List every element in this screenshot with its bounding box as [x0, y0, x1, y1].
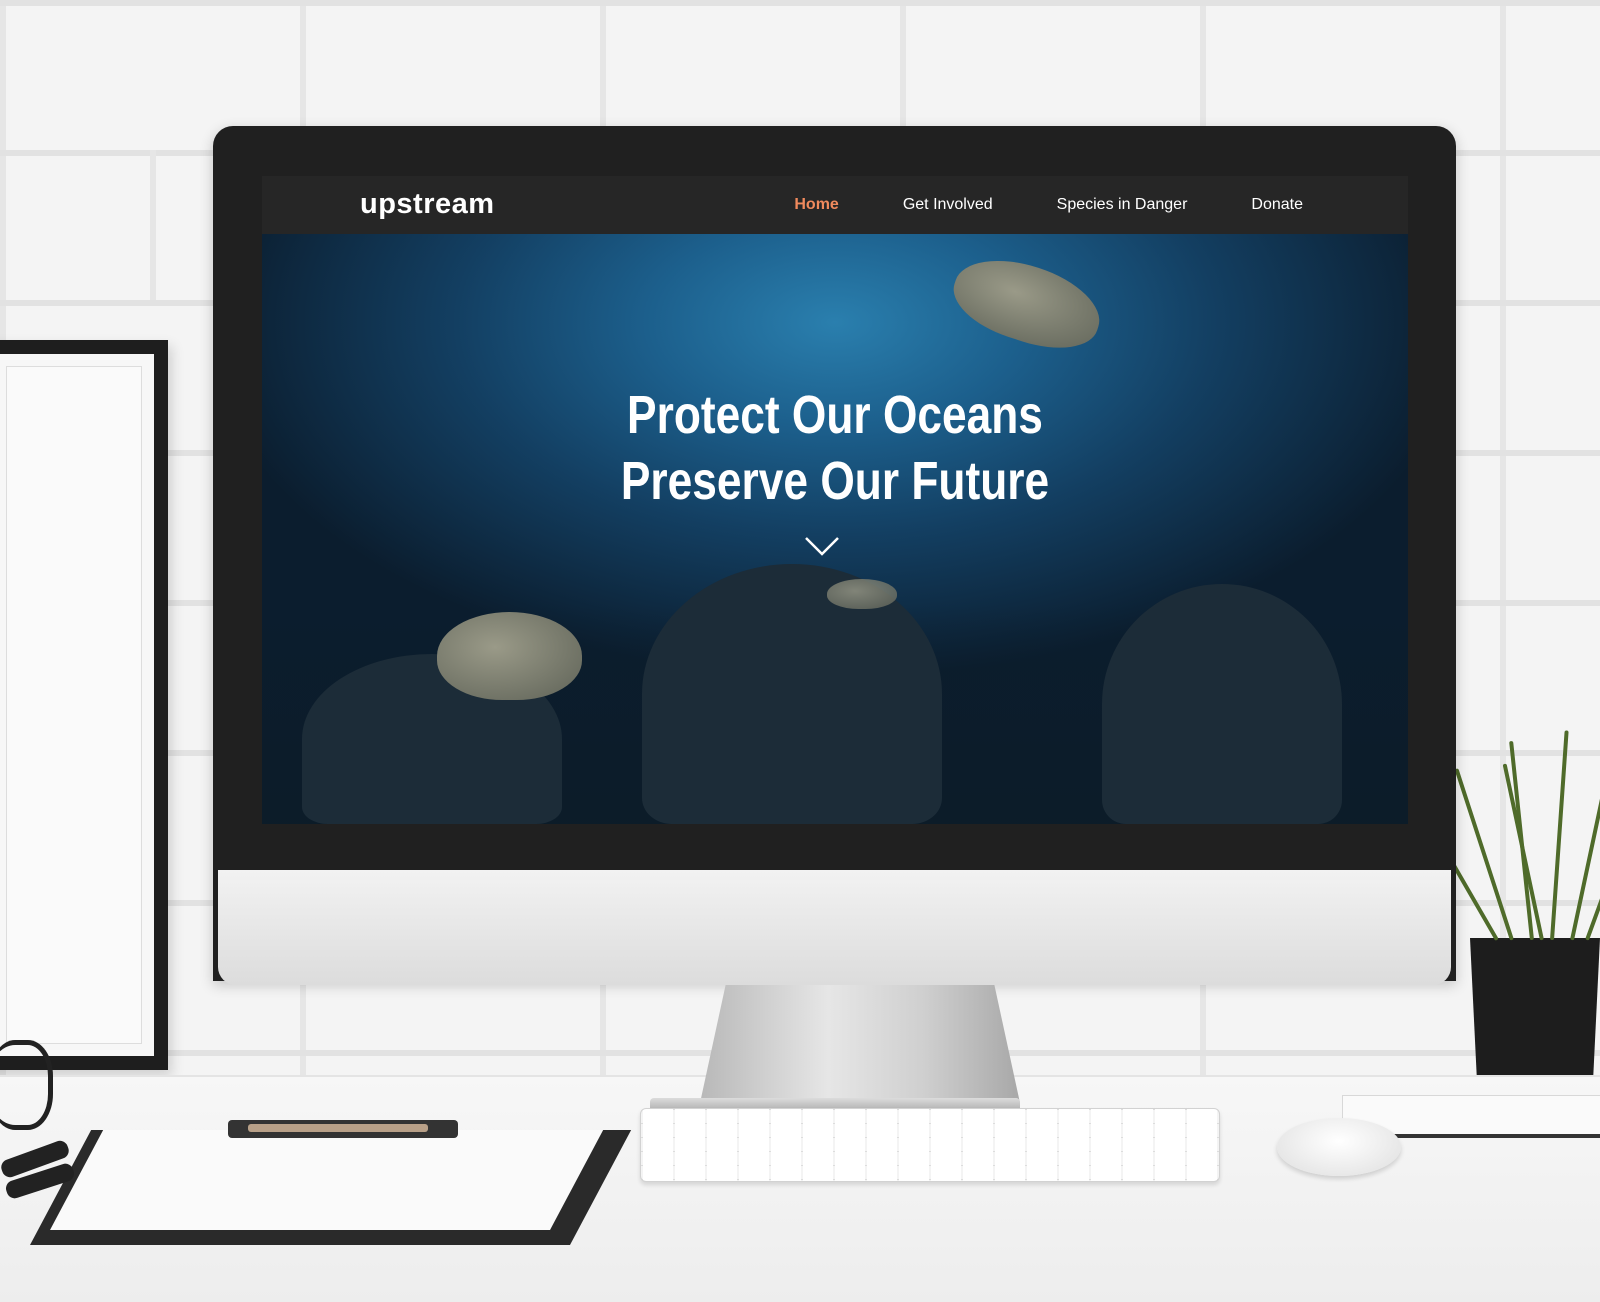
picture-frame — [0, 340, 168, 1070]
coral-rock — [1102, 584, 1342, 824]
monitor-stand — [700, 985, 1020, 1103]
sea-turtle — [827, 579, 897, 609]
website-screen: upstream Home Get Involved Species in Da… — [262, 176, 1408, 824]
keyboard — [640, 1108, 1220, 1182]
hero-headline-line1: Protect Our Oceans — [627, 385, 1043, 445]
clipboard-paper — [50, 1130, 604, 1230]
top-navbar: upstream Home Get Involved Species in Da… — [262, 176, 1408, 234]
sea-turtle — [437, 612, 582, 700]
clipboard-clip-metal — [248, 1124, 428, 1132]
hero-headline-line2: Preserve Our Future — [620, 451, 1050, 511]
nav-links: Home Get Involved Species in Danger Dona… — [794, 176, 1303, 234]
monitor-chin — [218, 870, 1451, 985]
eyeglasses — [0, 1040, 53, 1130]
nav-home[interactable]: Home — [794, 196, 838, 214]
chevron-down-icon[interactable] — [802, 534, 842, 558]
plant-pot — [1470, 938, 1600, 1098]
sea-turtle — [944, 244, 1110, 363]
nav-donate[interactable]: Donate — [1251, 196, 1303, 214]
mouse — [1277, 1118, 1401, 1176]
hero-section: Protect Our Oceans Preserve Our Future — [262, 234, 1408, 824]
nav-get-involved[interactable]: Get Involved — [903, 196, 993, 214]
site-logo[interactable]: upstream — [360, 188, 495, 221]
coral-rock — [642, 564, 942, 824]
nav-species-in-danger[interactable]: Species in Danger — [1057, 196, 1188, 214]
